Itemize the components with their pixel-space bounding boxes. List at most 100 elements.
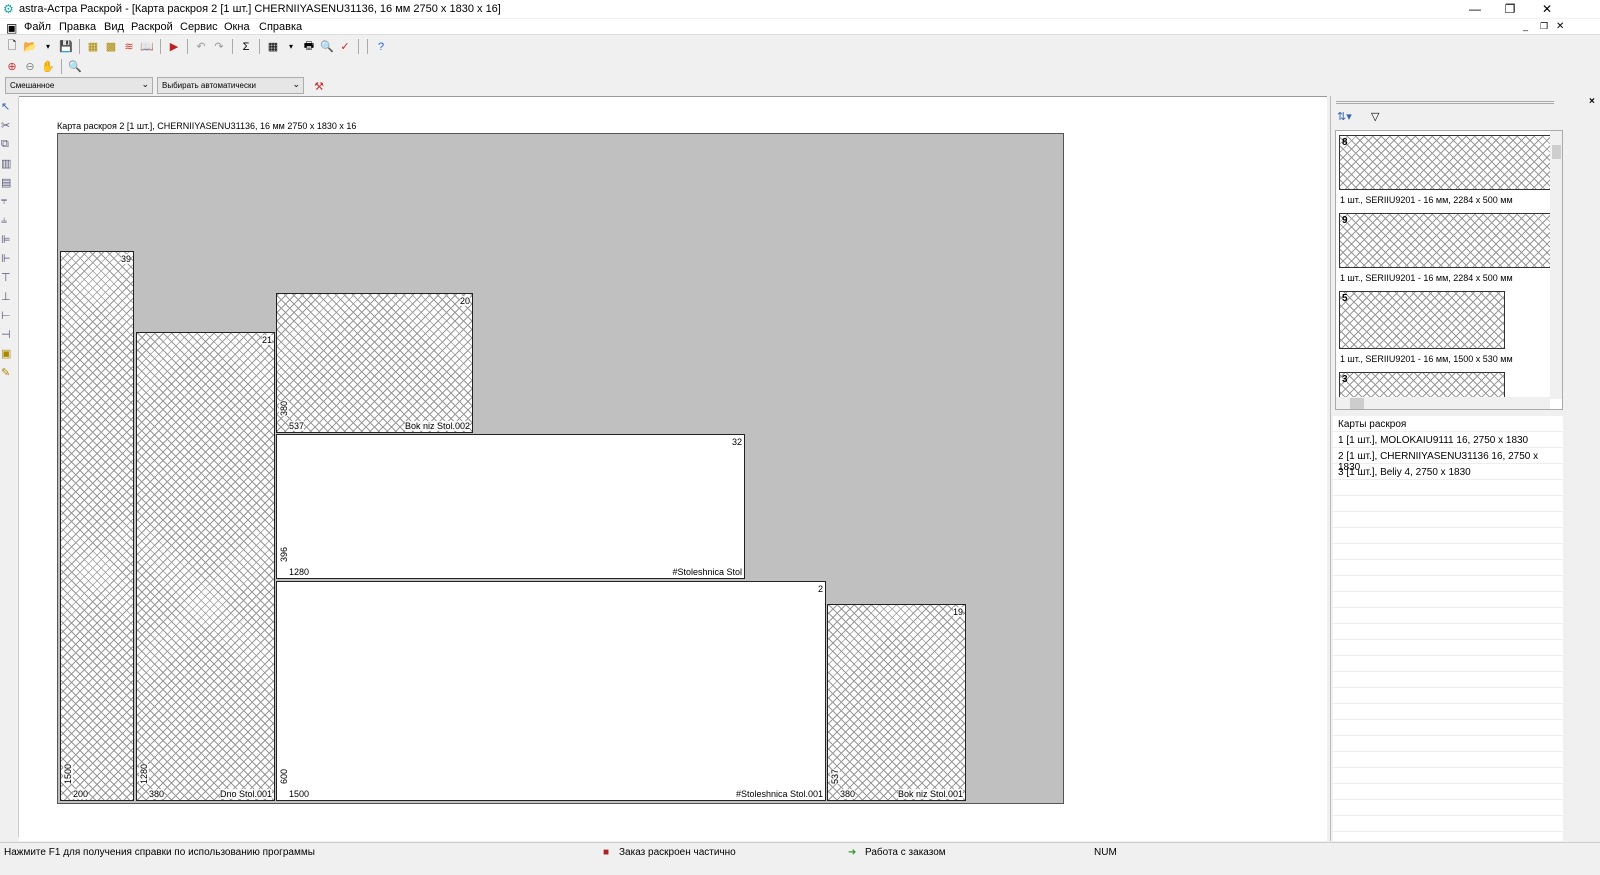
status-help: Нажмите F1 для получения справки по испо… <box>4 847 315 858</box>
menu-edit[interactable]: Правка <box>59 21 96 33</box>
edit-part-icon[interactable]: ✎ <box>1 366 17 382</box>
sum-icon[interactable]: Σ <box>238 39 254 55</box>
pan-hand-icon[interactable]: ✋ <box>40 59 56 75</box>
materials-icon[interactable]: ▦ <box>85 39 101 55</box>
save-icon[interactable]: 💾 <box>58 39 74 55</box>
menu-cutting[interactable]: Раскрой <box>131 21 173 33</box>
align-top-icon[interactable]: ▤ <box>1 176 17 192</box>
push-left-icon[interactable]: ⊢ <box>1 309 17 325</box>
chevron-down-icon: ⌄ <box>141 79 149 89</box>
zoom-out-icon[interactable]: ⊖ <box>22 59 38 75</box>
separator <box>160 39 161 54</box>
zoom-fit-icon[interactable]: 🔍 <box>67 59 83 75</box>
dropdown-arrow-icon[interactable]: ▾ <box>40 39 56 55</box>
thumb-number: 5 <box>1342 293 1348 304</box>
separator <box>358 39 359 54</box>
check-icon[interactable]: ✓ <box>337 39 353 55</box>
push-bottom-icon[interactable]: ⊥ <box>1 290 17 306</box>
stack-bottom-icon[interactable]: ⫨ <box>1 214 17 230</box>
undo-icon[interactable]: ↶ <box>193 39 209 55</box>
push-right-icon[interactable]: ⊣ <box>1 328 17 344</box>
cutting-maps-list: Карты раскроя 1 [1 шт.], MOLOKAIU9111 16… <box>1333 416 1563 841</box>
separator <box>232 39 233 54</box>
menu-service[interactable]: Сервис <box>180 21 218 33</box>
part-width: 380 <box>149 789 165 799</box>
title-bar: ⚙ astra-Астра Раскрой - [Карта раскроя 2… <box>0 0 1600 18</box>
menu-help[interactable]: Справка <box>259 21 302 33</box>
part-2[interactable]: 2 600 1500 #Stoleshnica Stol.001 <box>276 581 826 801</box>
stack-right-icon[interactable]: ⊩ <box>1 252 17 268</box>
part-number: 2 <box>817 584 823 594</box>
part-number: 21 <box>261 335 272 345</box>
align-left-icon[interactable]: ▥ <box>1 157 17 173</box>
properties-icon[interactable]: ▣ <box>1 347 17 363</box>
close-button[interactable]: ✕ <box>1532 2 1562 16</box>
redo-icon[interactable]: ↷ <box>211 39 227 55</box>
part-39[interactable]: 39 1500 200 <box>60 251 134 801</box>
dropdown-arrow-icon[interactable]: ▾ <box>283 39 299 55</box>
grid-view-icon[interactable]: ▦ <box>265 39 281 55</box>
part-thumb-5[interactable]: 5 <box>1339 291 1505 349</box>
auto-select[interactable]: Выбирать автоматически ⌄ <box>157 77 304 94</box>
menu-windows[interactable]: Окна <box>224 21 250 33</box>
horizontal-scrollbar[interactable] <box>1336 397 1550 409</box>
thumb-caption: 1 шт., SERIIU9201 - 16 мм, 2284 x 500 мм <box>1340 273 1513 283</box>
document-window-icon[interactable]: ▣ <box>6 21 17 35</box>
help-icon[interactable]: ? <box>373 39 389 55</box>
thumb-caption: 1 шт., SERIIU9201 - 16 мм, 2284 x 500 мм <box>1340 195 1513 205</box>
filter-icon[interactable]: ▽ <box>1371 110 1379 123</box>
open-icon[interactable]: 📂 <box>22 39 38 55</box>
part-thumb-8[interactable]: 8 <box>1339 135 1551 190</box>
part-name: #Stoleshnica Stol <box>672 567 742 577</box>
parts-icon[interactable]: ▩ <box>103 39 119 55</box>
mode-select-value: Смешанное <box>10 81 55 90</box>
mdi-close-button[interactable]: ✕ <box>1556 21 1564 32</box>
part-19[interactable]: 19 537 380 Bok niz Stol.001 <box>827 604 966 801</box>
order-icon: ■ <box>603 847 610 858</box>
map-item[interactable]: 2 [1 шт.], CHERNIIYASENU31136 16, 2750 x… <box>1333 448 1563 473</box>
menu-view[interactable]: Вид <box>104 21 124 33</box>
zoom-in-icon[interactable]: ⊕ <box>4 59 20 75</box>
book-icon[interactable]: 📖 <box>139 39 155 55</box>
separator <box>367 39 368 54</box>
panel-close-icon[interactable]: × <box>1589 96 1595 107</box>
status-order: Заказ раскроен частично <box>619 847 736 858</box>
app-gear-icon: ⚙ <box>3 2 14 16</box>
sort-az-icon[interactable]: ⇅▾ <box>1337 110 1352 123</box>
part-21[interactable]: 21 1280 380 Dno Stol.001 <box>136 332 275 801</box>
part-thumb-9[interactable]: 9 <box>1339 213 1551 268</box>
status-work: Работа с заказом <box>865 847 946 858</box>
stack-top-icon[interactable]: ⫧ <box>1 195 17 211</box>
part-number: 20 <box>459 296 470 306</box>
settings-tool-icon[interactable]: ⚒ <box>311 78 327 94</box>
part-name: Bok niz Stol.001 <box>897 789 963 799</box>
parts-list[interactable]: 8 1 шт., SERIIU9201 - 16 мм, 2284 x 500 … <box>1335 130 1563 410</box>
map-item[interactable]: 3 [1 шт.], Beliy 4, 2750 x 1830 <box>1333 464 1563 480</box>
pointer-icon[interactable]: ↖ <box>1 100 17 116</box>
cut-icon[interactable]: ✂ <box>1 119 17 135</box>
print-preview-icon[interactable]: 🔍 <box>319 39 335 55</box>
mdi-minimize-button[interactable]: _ <box>1523 21 1528 31</box>
part-width: 200 <box>73 789 89 799</box>
status-bar: Нажмите F1 для получения справки по испо… <box>0 842 1600 860</box>
minimize-button[interactable]: — <box>1460 2 1490 16</box>
run-cutting-icon[interactable]: ▶ <box>166 39 182 55</box>
map-item[interactable]: 1 [1 шт.], MOLOKAIU9111 16, 2750 x 1830 <box>1333 432 1563 448</box>
mode-select[interactable]: Смешанное ⌄ <box>5 77 153 94</box>
menu-file[interactable]: Файл <box>24 21 51 33</box>
maximize-button[interactable]: ❐ <box>1495 2 1525 16</box>
new-icon[interactable]: 🗋 <box>4 39 20 55</box>
part-width: 380 <box>840 789 856 799</box>
vertical-scrollbar[interactable] <box>1550 131 1562 399</box>
part-32[interactable]: 32 396 1280 #Stoleshnica Stol <box>276 434 745 579</box>
print-icon[interactable]: 🖶 <box>301 39 317 55</box>
sheets-icon[interactable]: ≋ <box>121 39 137 55</box>
stack-left-icon[interactable]: ⊫ <box>1 233 17 249</box>
part-20[interactable]: 20 380 537 Bok niz Stol.002 <box>276 293 473 433</box>
move-part-icon[interactable]: ⧉ <box>1 138 17 154</box>
push-top-icon[interactable]: ⊤ <box>1 271 17 287</box>
mdi-restore-button[interactable]: ❐ <box>1540 21 1548 32</box>
part-height: 537 <box>830 768 840 784</box>
panel-grip[interactable] <box>1336 101 1554 104</box>
maps-title: Карты раскроя <box>1338 419 1407 430</box>
